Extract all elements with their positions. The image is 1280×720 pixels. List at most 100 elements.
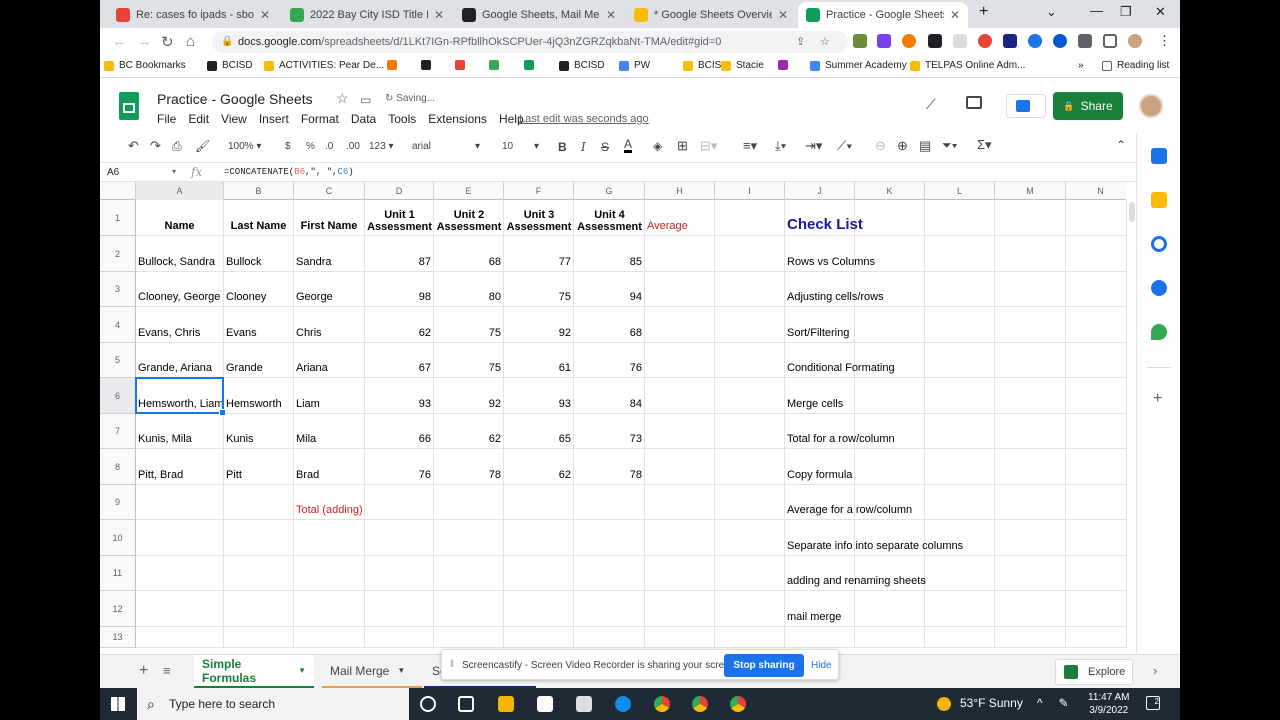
- menu-extensions[interactable]: Extensions: [428, 112, 487, 126]
- cell-first-name[interactable]: George: [296, 291, 362, 303]
- stop-sharing-button[interactable]: Stop sharing: [724, 654, 804, 677]
- percent-format-button[interactable]: %: [306, 141, 315, 152]
- cell-name[interactable]: Bullock, Sandra: [138, 256, 221, 268]
- select-all-corner[interactable]: [100, 182, 136, 200]
- cell-unit3[interactable]: 62: [506, 469, 571, 481]
- menu-edit[interactable]: Edit: [188, 112, 209, 126]
- more-bookmarks-icon[interactable]: »: [1078, 60, 1084, 71]
- zoom-select[interactable]: 100% ▾: [228, 141, 261, 152]
- chevron-right-icon[interactable]: ›: [1153, 663, 1157, 678]
- header-unit-assessment[interactable]: Unit 1 Assessment: [366, 209, 433, 233]
- cell-last-name[interactable]: Kunis: [226, 433, 291, 445]
- column-header-a[interactable]: A: [136, 182, 224, 200]
- bookmark-item[interactable]: ACTIVITIES: Pear De...: [264, 60, 384, 71]
- cell-unit4[interactable]: 84: [576, 398, 642, 410]
- sheet-tab-mail-merge[interactable]: Mail Merge ▼: [322, 655, 422, 689]
- browser-tab[interactable]: Practice - Google Sheets - Go ✕: [798, 2, 968, 28]
- menu-insert[interactable]: Insert: [259, 112, 289, 126]
- horizontal-align-icon[interactable]: ≡▾: [743, 138, 757, 154]
- row-header[interactable]: 7: [100, 414, 136, 449]
- formula-input[interactable]: =CONCATENATE(B6,", ",C6): [224, 167, 354, 177]
- star-icon[interactable]: ☆: [336, 90, 349, 107]
- bookmark-item[interactable]: [421, 60, 436, 70]
- profile-avatar[interactable]: [1128, 34, 1142, 48]
- menu-file[interactable]: File: [157, 112, 176, 126]
- tab-search-icon[interactable]: ⌄: [1046, 4, 1057, 20]
- header-last-name[interactable]: Last Name: [226, 220, 291, 232]
- cell-name[interactable]: Evans, Chris: [138, 327, 221, 339]
- task-view-icon[interactable]: [458, 696, 474, 712]
- paint-format-icon[interactable]: 🖌: [195, 139, 210, 153]
- bookmark-item[interactable]: TELPAS Online Adm...: [910, 60, 1025, 71]
- reload-icon[interactable]: ↻: [161, 33, 174, 51]
- fill-color-icon[interactable]: ◈: [653, 139, 662, 153]
- font-size-select[interactable]: 10 ▾: [502, 141, 542, 152]
- more-formats-select[interactable]: 123 ▾: [369, 141, 394, 152]
- insert-comment-icon[interactable]: ⊕: [897, 138, 908, 154]
- present-to-meeting-button[interactable]: [1006, 94, 1046, 118]
- italic-icon[interactable]: I: [581, 140, 586, 154]
- row-header[interactable]: 8: [100, 449, 136, 485]
- cell-last-name[interactable]: Pitt: [226, 469, 291, 481]
- borders-icon[interactable]: ⊞: [677, 138, 688, 154]
- cell-name[interactable]: Kunis, Mila: [138, 433, 221, 445]
- column-header-f[interactable]: F: [504, 182, 574, 200]
- tasks-icon[interactable]: [1151, 236, 1167, 252]
- browser-menu-icon[interactable]: ⋮: [1158, 33, 1171, 49]
- row-header[interactable]: 13: [100, 627, 136, 648]
- text-rotation-icon[interactable]: ⟋▾: [837, 138, 852, 154]
- column-header-h[interactable]: H: [645, 182, 715, 200]
- contacts-icon[interactable]: [1151, 280, 1167, 296]
- extension-icon[interactable]: [928, 34, 942, 48]
- cell-unit1[interactable]: 76: [367, 469, 431, 481]
- weather-text[interactable]: 53°F Sunny: [960, 696, 1023, 710]
- column-header-l[interactable]: L: [925, 182, 995, 200]
- store-icon[interactable]: [576, 696, 592, 712]
- maximize-icon[interactable]: ❐: [1120, 4, 1132, 20]
- extension-icon[interactable]: [978, 34, 992, 48]
- row-header[interactable]: 11: [100, 556, 136, 591]
- cortana-icon[interactable]: [420, 696, 436, 712]
- cell-last-name[interactable]: Bullock: [226, 256, 291, 268]
- chrome-icon[interactable]: [654, 696, 670, 712]
- cast-icon[interactable]: [1103, 34, 1117, 48]
- insert-chart-icon[interactable]: ▤: [919, 138, 931, 154]
- bold-icon[interactable]: B: [558, 140, 567, 154]
- cell-name[interactable]: Grande, Ariana: [138, 362, 221, 374]
- cell-first-name[interactable]: Brad: [296, 469, 362, 481]
- bookmark-item[interactable]: BCISD: [207, 60, 253, 71]
- comments-icon[interactable]: [966, 96, 982, 109]
- cell-unit1[interactable]: 62: [367, 327, 431, 339]
- bookmark-item[interactable]: BC Bookmarks: [104, 60, 186, 71]
- home-icon[interactable]: ⌂: [186, 33, 195, 50]
- all-sheets-icon[interactable]: ≡: [163, 663, 171, 678]
- move-folder-icon[interactable]: ▭: [360, 93, 371, 107]
- column-header-b[interactable]: B: [224, 182, 294, 200]
- maps-icon[interactable]: [1151, 324, 1167, 340]
- row-header[interactable]: 12: [100, 591, 136, 627]
- close-tab-icon[interactable]: ✕: [260, 8, 270, 22]
- row-header[interactable]: 4: [100, 307, 136, 343]
- checklist-item[interactable]: Adjusting cells/rows: [787, 291, 884, 303]
- share-button[interactable]: 🔒 Share: [1053, 92, 1123, 120]
- column-header-k[interactable]: K: [855, 182, 925, 200]
- chevron-down-icon[interactable]: ▾: [172, 167, 176, 176]
- checklist-item[interactable]: mail merge: [787, 611, 852, 623]
- clock[interactable]: 11:47 AM 3/9/2022: [1088, 691, 1130, 717]
- collapse-toolbar-icon[interactable]: ⌃: [1116, 138, 1126, 152]
- extension-icon[interactable]: [853, 34, 867, 48]
- checklist-item[interactable]: Copy formula: [787, 469, 852, 481]
- cell-unit4[interactable]: 85: [576, 256, 642, 268]
- header-unit-assessment[interactable]: Unit 4 Assessment: [575, 209, 644, 233]
- cell-unit4[interactable]: 78: [576, 469, 642, 481]
- header-first-name[interactable]: First Name: [296, 220, 362, 232]
- functions-icon[interactable]: Σ▾: [977, 137, 992, 153]
- bookmark-star-icon[interactable]: ☆: [820, 31, 830, 53]
- cell-unit3[interactable]: 77: [506, 256, 571, 268]
- bookmark-item[interactable]: Stacie: [721, 60, 764, 71]
- browser-tab[interactable]: * Google Sheets Overview - G ✕: [626, 2, 796, 28]
- merge-cells-icon[interactable]: ⊟▾: [700, 138, 717, 154]
- close-tab-icon[interactable]: ✕: [434, 8, 444, 22]
- cell-unit4[interactable]: 76: [576, 362, 642, 374]
- cell-unit1[interactable]: 87: [367, 256, 431, 268]
